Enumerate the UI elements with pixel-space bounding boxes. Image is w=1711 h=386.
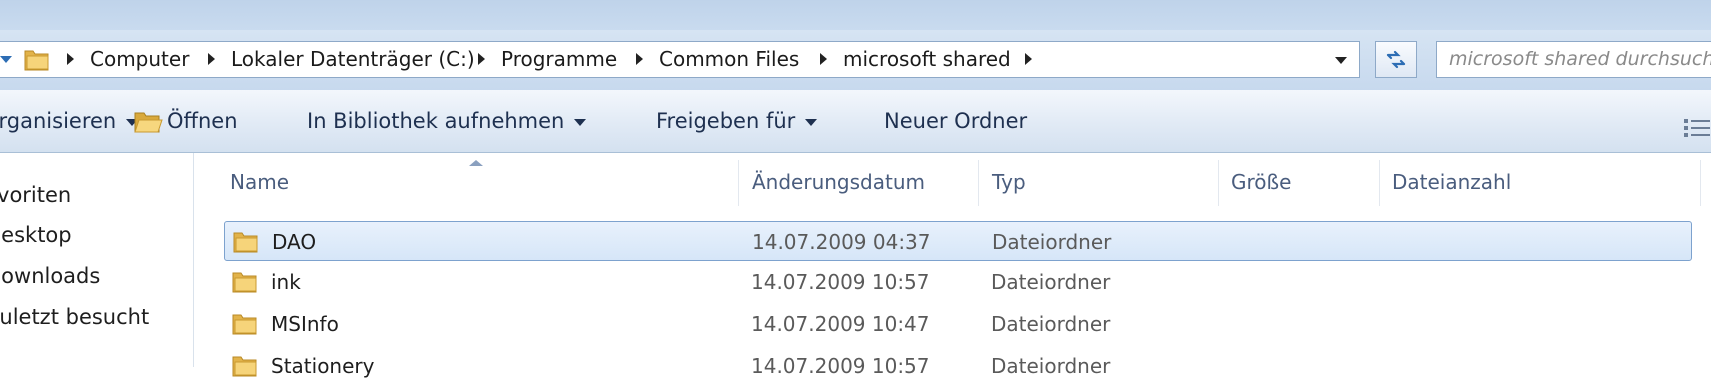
view-options-icon[interactable] [1683,116,1711,140]
column-divider[interactable] [1218,160,1219,206]
folder-icon [24,50,49,71]
folder-icon [232,356,257,377]
file-name: DAO [272,230,317,254]
open-label: Öffnen [167,109,238,133]
chevron-down-icon [805,118,818,126]
column-divider[interactable] [738,160,739,206]
breadcrumb-separator-icon[interactable] [67,53,74,65]
breadcrumb-separator-icon[interactable] [1025,53,1032,65]
file-type: Dateiordner [991,312,1111,336]
nav-item-favorites[interactable]: Favoriten [0,183,71,207]
breadcrumb-programme[interactable]: Programme [501,42,617,77]
folder-icon [232,272,257,293]
file-type: Dateiordner [991,354,1111,378]
file-name: ink [271,270,301,294]
file-type: Dateiordner [992,230,1112,254]
navigation-pane: Favoriten Desktop Downloads Zuletzt besu… [0,153,194,367]
breadcrumb-microsoft-shared[interactable]: microsoft shared [843,42,1011,77]
column-divider[interactable] [1379,160,1380,206]
file-row-dao[interactable]: DAO 14.07.2009 04:37 Dateiordner [224,221,1692,261]
file-date: 14.07.2009 04:37 [752,230,931,254]
file-date: 14.07.2009 10:57 [751,270,930,294]
breadcrumb-computer[interactable]: Computer [90,42,189,77]
breadcrumb-separator-icon[interactable] [820,53,827,65]
breadcrumb-separator-icon[interactable] [636,53,643,65]
chevron-down-icon [574,118,587,126]
file-row-stationery[interactable]: Stationery 14.07.2009 10:57 Dateiordner [224,346,1692,386]
breadcrumb-local-disk[interactable]: Lokaler Datenträger (C:) [231,42,475,77]
open-button[interactable]: Öffnen [133,90,238,152]
column-header-count[interactable]: Dateianzahl [1392,153,1511,211]
address-bar[interactable]: Computer Lokaler Datenträger (C:) Progra… [0,41,1360,78]
column-divider[interactable] [978,160,979,206]
refresh-icon [1386,50,1406,69]
file-name: Stationery [271,354,375,378]
address-history-dropdown-icon[interactable] [1335,57,1347,64]
column-header-type[interactable]: Typ [992,153,1026,211]
window-title-bar [0,0,1711,30]
file-row-ink[interactable]: ink 14.07.2009 10:57 Dateiordner [224,262,1692,302]
file-date: 14.07.2009 10:57 [751,354,930,378]
library-label: In Bibliothek aufnehmen [307,109,565,133]
file-date: 14.07.2009 10:47 [751,312,930,336]
nav-item-desktop[interactable]: Desktop [0,223,72,247]
file-row-msinfo[interactable]: MSInfo 14.07.2009 10:47 Dateiordner [224,304,1692,344]
new-folder-button[interactable]: Neuer Ordner [884,90,1027,152]
search-input[interactable]: microsoft shared durchsuchen [1436,41,1711,78]
organize-label: Organisieren [0,109,117,133]
folder-icon [233,232,258,253]
column-header-date[interactable]: Änderungsdatum [752,153,925,211]
library-button[interactable]: In Bibliothek aufnehmen [307,90,587,152]
nav-item-downloads[interactable]: Downloads [0,264,100,288]
folder-icon [232,314,257,335]
command-bar: Organisieren Öffnen In Bibliothek aufneh… [0,90,1711,153]
breadcrumb-separator-icon[interactable] [478,53,485,65]
organize-button[interactable]: Organisieren [0,90,139,152]
breadcrumb-separator-icon[interactable] [208,53,215,65]
column-header-size[interactable]: Größe [1231,153,1291,211]
refresh-button[interactable] [1375,41,1417,78]
recent-pages-dropdown-icon[interactable] [0,56,12,63]
sort-ascending-icon [469,160,483,166]
share-button[interactable]: Freigeben für [656,90,818,152]
column-header-name[interactable]: Name [230,153,289,211]
file-type: Dateiordner [991,270,1111,294]
column-divider[interactable] [1700,160,1701,206]
nav-item-recent-places[interactable]: Zuletzt besucht [0,305,149,329]
breadcrumb-common-files[interactable]: Common Files [659,42,799,77]
file-name: MSInfo [271,312,339,336]
share-label: Freigeben für [656,109,796,133]
open-folder-icon [134,112,163,133]
